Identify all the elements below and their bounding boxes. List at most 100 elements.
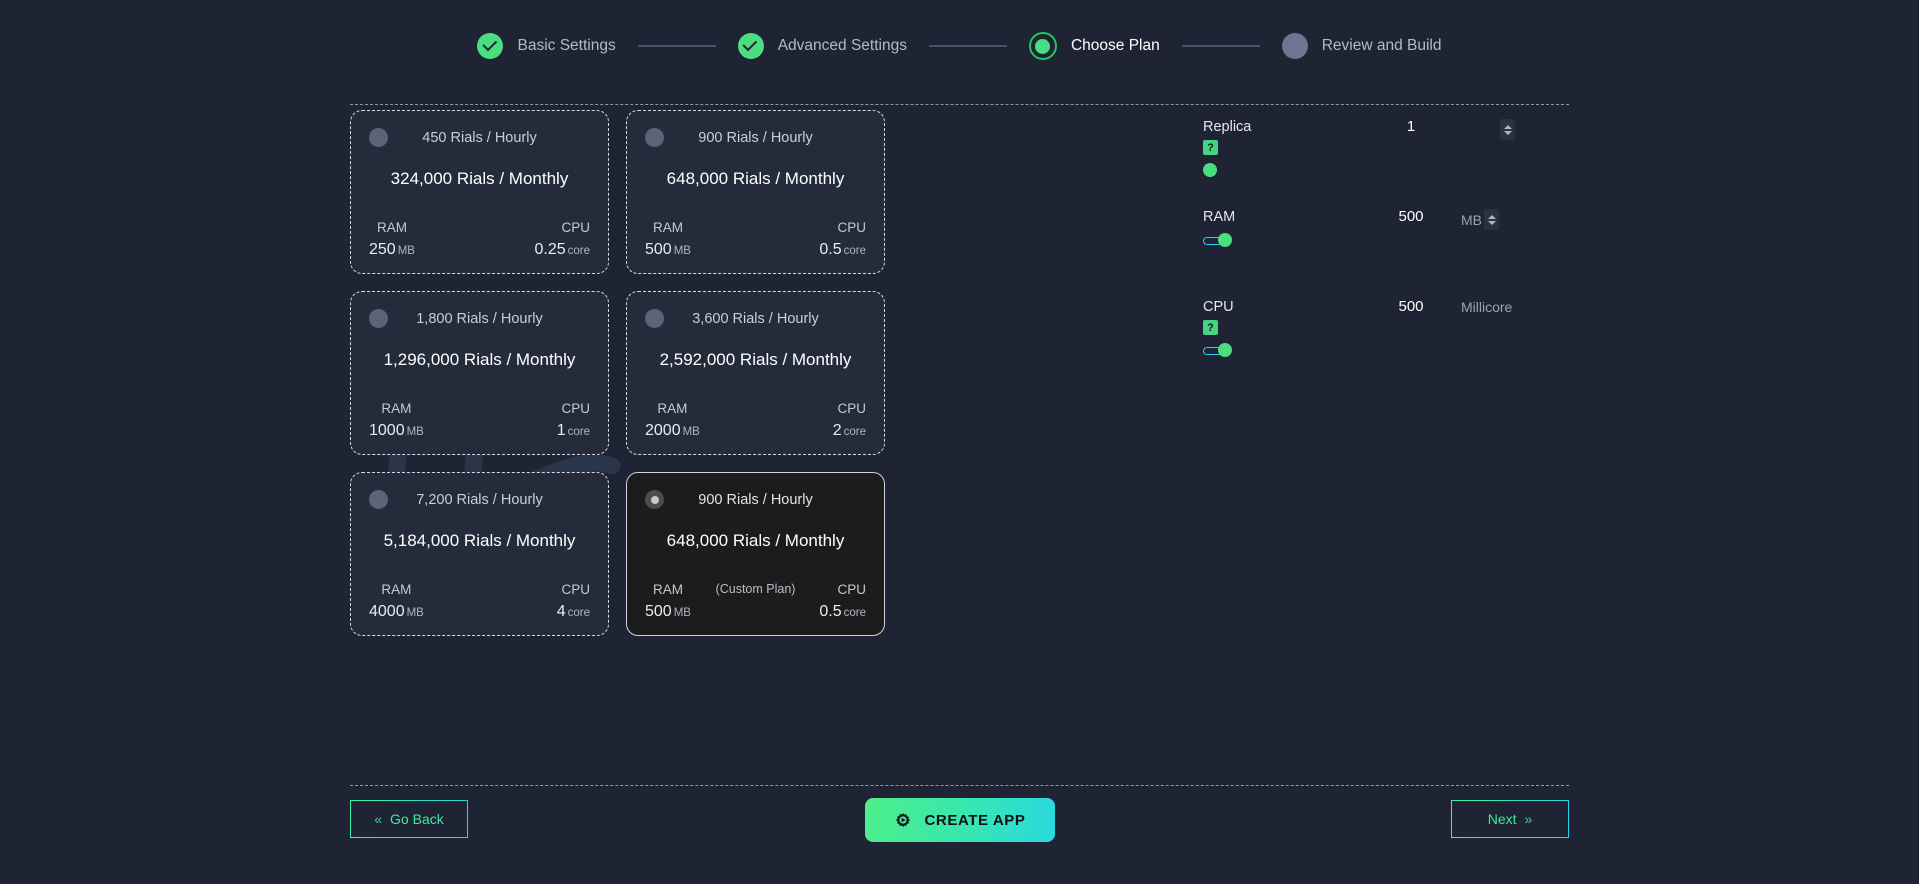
cpu-unit-label: Millicore bbox=[1461, 299, 1513, 315]
step-connector-1 bbox=[637, 45, 716, 47]
go-back-button[interactable]: « Go Back bbox=[350, 800, 468, 838]
step-icon-check-basic bbox=[477, 33, 504, 59]
plan-radio-button[interactable] bbox=[645, 128, 664, 147]
plan-card[interactable]: 450 Rials / Hourly 324,000 Rials / Month… bbox=[350, 110, 609, 274]
step-icon-pending-review bbox=[1281, 33, 1308, 59]
custom-plan-tag: (Custom Plan) bbox=[715, 582, 796, 596]
plan-cpu-label: CPU bbox=[837, 401, 866, 416]
step-label-advanced-settings: Advanced Settings bbox=[777, 37, 907, 54]
next-button[interactable]: Next » bbox=[1451, 800, 1569, 838]
plan-hourly-price: 3,600 Rials / Hourly bbox=[692, 311, 819, 327]
plan-ram-value: 4000 MB bbox=[369, 603, 424, 620]
plan-monthly-price: 5,184,000 Rials / Monthly bbox=[383, 531, 576, 550]
replica-value[interactable]: 1 bbox=[1381, 118, 1441, 135]
plan-hourly-price: 900 Rials / Hourly bbox=[698, 130, 813, 146]
wizard-stepper: Basic Settings Advanced Settings Choose … bbox=[0, 0, 1919, 92]
create-app-label: CREATE APP bbox=[924, 811, 1026, 829]
ram-slider-thumb[interactable] bbox=[1218, 233, 1232, 247]
divider-bottom bbox=[350, 785, 1569, 786]
plan-ram-value: 500 MB bbox=[645, 241, 691, 258]
step-label-choose-plan: Choose Plan bbox=[1070, 37, 1160, 54]
replica-unit-group bbox=[1498, 119, 1515, 140]
step-basic-settings[interactable]: Basic Settings bbox=[477, 33, 616, 59]
cpu-slider[interactable] bbox=[1203, 342, 1353, 357]
replica-slider-thumb[interactable] bbox=[1203, 162, 1217, 177]
step-connector-3 bbox=[1181, 45, 1260, 47]
create-app-button[interactable]: CREATE APP bbox=[864, 798, 1055, 842]
plan-card[interactable]: 1,800 Rials / Hourly 1,296,000 Rials / M… bbox=[350, 291, 609, 455]
plan-cpu-value: 4 core bbox=[556, 603, 590, 620]
wizard-footer: « Go Back CREATE APP Next » bbox=[0, 798, 1919, 860]
chevron-down-icon[interactable] bbox=[1503, 130, 1512, 135]
ram-unit-group: MB bbox=[1461, 209, 1499, 230]
config-row-replica: Replica ? 1 bbox=[1203, 118, 1583, 208]
chevron-down-icon[interactable] bbox=[1487, 220, 1496, 225]
plan-radio-button[interactable] bbox=[369, 490, 388, 509]
step-review-and-build[interactable]: Review and Build bbox=[1281, 33, 1442, 59]
step-icon-active-choose-plan bbox=[1028, 32, 1057, 60]
plan-card[interactable]: 3,600 Rials / Hourly 2,592,000 Rials / M… bbox=[626, 291, 885, 455]
cpu-help-icon[interactable]: ? bbox=[1203, 320, 1218, 335]
plan-radio-button[interactable] bbox=[369, 128, 388, 147]
plan-ram-value: 1000 MB bbox=[369, 422, 424, 439]
config-row-cpu: CPU ? 500 Millicore bbox=[1203, 298, 1583, 388]
plan-radio-button[interactable] bbox=[369, 309, 388, 328]
plan-cpu-label: CPU bbox=[837, 220, 866, 235]
plan-monthly-price: 324,000 Rials / Monthly bbox=[390, 169, 569, 188]
cpu-value[interactable]: 500 bbox=[1381, 298, 1441, 315]
plan-card[interactable]: 7,200 Rials / Hourly 5,184,000 Rials / M… bbox=[350, 472, 609, 636]
step-label-review-and-build: Review and Build bbox=[1321, 37, 1442, 54]
plan-monthly-price: 648,000 Rials / Monthly bbox=[666, 531, 845, 550]
plan-card-grid: 450 Rials / Hourly 324,000 Rials / Month… bbox=[350, 110, 1160, 636]
gear-icon bbox=[896, 813, 911, 828]
plan-cpu-label: CPU bbox=[561, 401, 590, 416]
plan-ram-label: RAM bbox=[652, 220, 683, 235]
step-label-basic-settings: Basic Settings bbox=[517, 37, 616, 54]
plan-cpu-label: CPU bbox=[561, 582, 590, 597]
cpu-slider-thumb[interactable] bbox=[1218, 342, 1232, 357]
chevron-up-icon[interactable] bbox=[1487, 214, 1496, 219]
plan-monthly-price: 648,000 Rials / Monthly bbox=[666, 169, 845, 188]
ram-value[interactable]: 500 bbox=[1381, 208, 1441, 225]
plan-cpu-value: 0.25 core bbox=[534, 241, 590, 258]
plan-ram-label: RAM bbox=[376, 220, 407, 235]
replica-slider[interactable] bbox=[1203, 162, 1353, 177]
chevron-up-icon[interactable] bbox=[1503, 124, 1512, 129]
plan-ram-value: 2000 MB bbox=[645, 422, 700, 439]
plan-monthly-price: 2,592,000 Rials / Monthly bbox=[659, 350, 852, 369]
plan-ram-value: 500 MB bbox=[645, 603, 691, 620]
plan-card-selected-custom[interactable]: 900 Rials / Hourly 648,000 Rials / Month… bbox=[626, 472, 885, 636]
plan-cpu-value: 2 core bbox=[832, 422, 866, 439]
plan-card[interactable]: 900 Rials / Hourly 648,000 Rials / Month… bbox=[626, 110, 885, 274]
plan-hourly-price: 450 Rials / Hourly bbox=[422, 130, 537, 146]
go-back-label: Go Back bbox=[390, 811, 444, 827]
plan-monthly-price: 1,296,000 Rials / Monthly bbox=[383, 350, 576, 369]
step-choose-plan[interactable]: Choose Plan bbox=[1028, 32, 1160, 60]
step-icon-check-advanced bbox=[737, 33, 764, 59]
plan-cpu-label: CPU bbox=[561, 220, 590, 235]
plan-cpu-value: 1 core bbox=[556, 422, 590, 439]
chevron-right-double-icon: » bbox=[1524, 811, 1533, 827]
plan-cpu-value: 0.5 core bbox=[819, 603, 866, 620]
replica-stepper[interactable] bbox=[1500, 119, 1515, 140]
plan-hourly-price: 900 Rials / Hourly bbox=[698, 492, 813, 508]
plan-radio-button-selected[interactable] bbox=[645, 490, 664, 509]
replica-help-icon[interactable]: ? bbox=[1203, 140, 1218, 155]
plan-hourly-price: 1,800 Rials / Hourly bbox=[416, 311, 543, 327]
config-row-ram: RAM 500 MB bbox=[1203, 208, 1583, 298]
ram-unit-stepper[interactable] bbox=[1484, 209, 1499, 230]
plan-ram-label: RAM bbox=[381, 401, 412, 416]
cpu-unit-group: Millicore bbox=[1461, 299, 1512, 315]
plan-radio-button[interactable] bbox=[645, 309, 664, 328]
plan-cpu-value: 0.5 core bbox=[819, 241, 866, 258]
next-label: Next bbox=[1487, 811, 1517, 827]
step-connector-2 bbox=[928, 45, 1007, 47]
step-advanced-settings[interactable]: Advanced Settings bbox=[737, 33, 907, 59]
plan-ram-value: 250 MB bbox=[369, 241, 415, 258]
chevron-left-double-icon: « bbox=[374, 811, 383, 827]
ram-slider[interactable] bbox=[1203, 233, 1353, 247]
ram-unit-label: MB bbox=[1461, 211, 1482, 228]
custom-plan-config-panel: Replica ? 1 RAM 500 MB CPU ? 500 Millico… bbox=[1203, 110, 1583, 388]
plan-ram-label: RAM bbox=[657, 401, 688, 416]
plan-ram-label: RAM bbox=[381, 582, 412, 597]
